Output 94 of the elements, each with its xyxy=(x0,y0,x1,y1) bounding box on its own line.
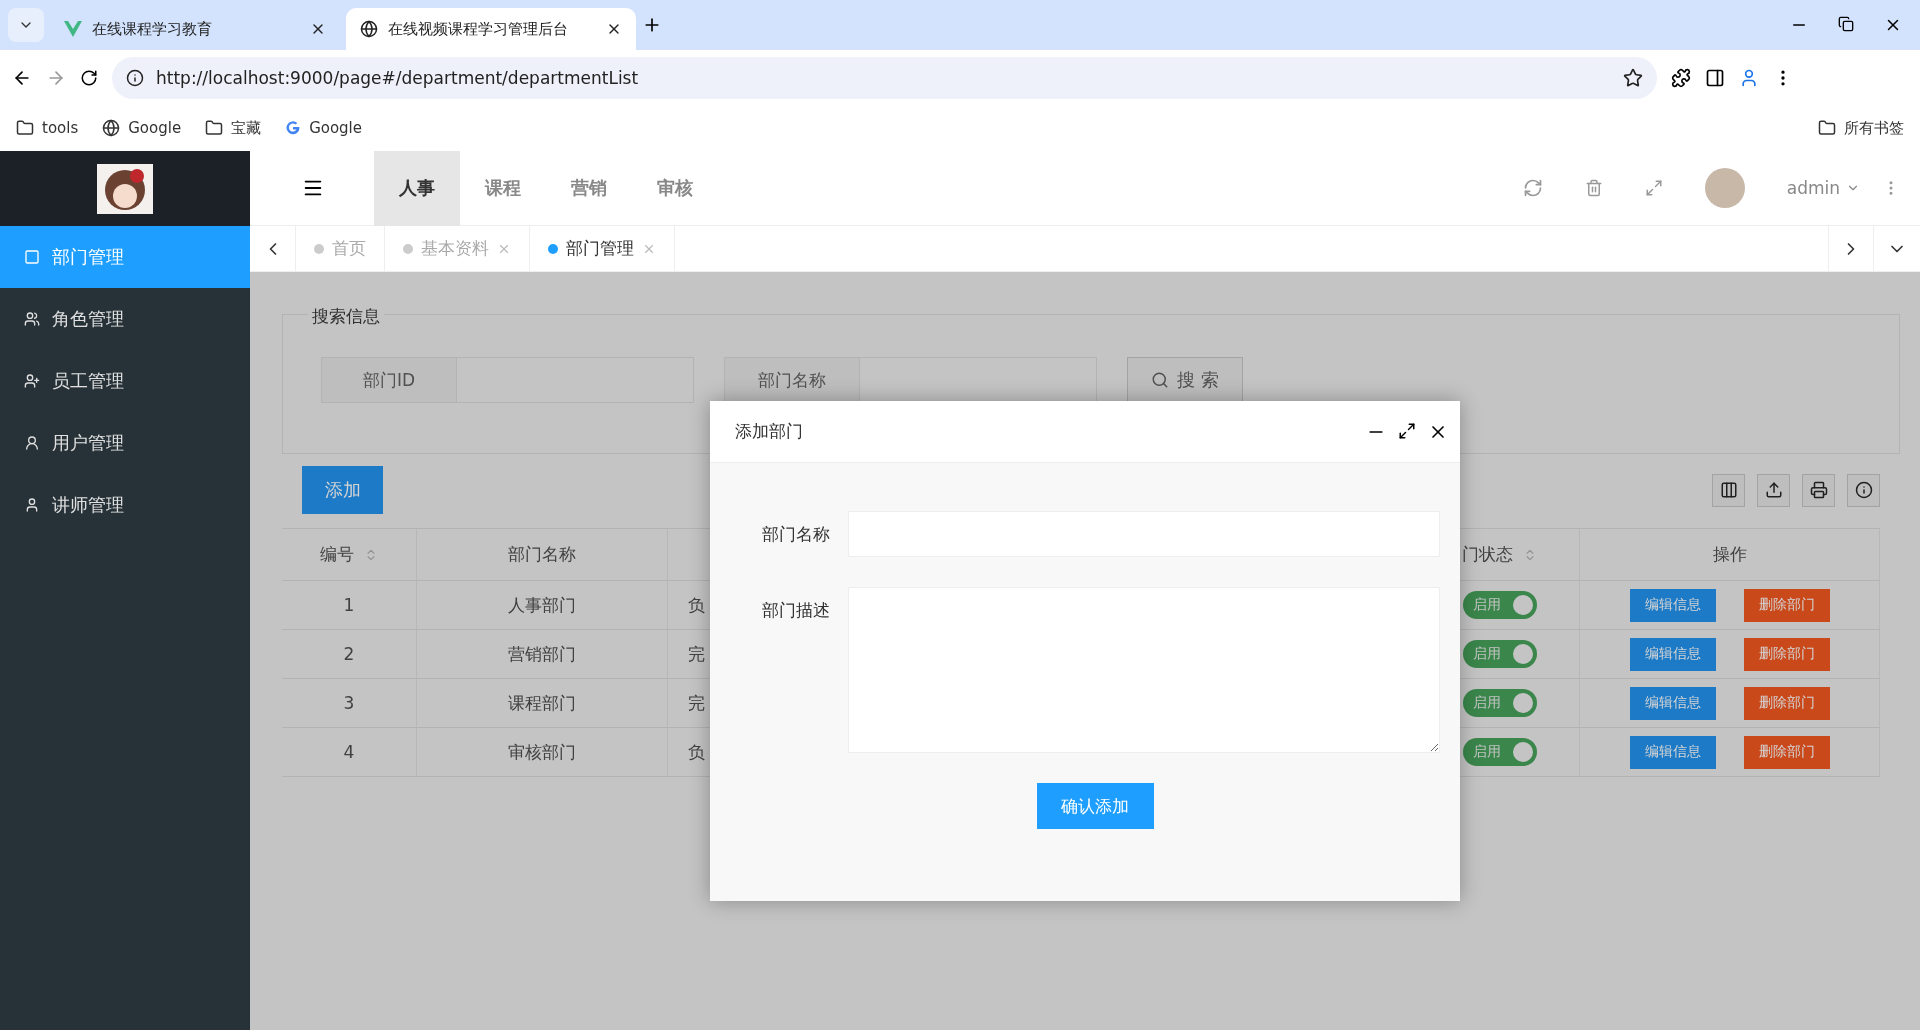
nav-tab[interactable]: 人事 xyxy=(374,150,460,226)
search-field[interactable]: 部门名称 xyxy=(724,357,1097,403)
status-switch[interactable]: 启用 xyxy=(1462,738,1537,766)
bookmark[interactable]: tools xyxy=(16,119,79,137)
delete-button[interactable]: 删除部门 xyxy=(1743,686,1830,720)
column-header: 操作 xyxy=(1712,543,1747,566)
info-icon xyxy=(1854,481,1873,499)
sidebar-item[interactable]: 角色管理 xyxy=(0,288,250,350)
search-icon xyxy=(1151,371,1170,389)
info-button[interactable] xyxy=(1847,473,1880,507)
browser-tab[interactable]: 在线课程学习教育 xyxy=(50,8,340,50)
edit-button[interactable]: 编辑信息 xyxy=(1629,637,1716,671)
table-cell: 2 xyxy=(282,630,417,679)
columns-icon xyxy=(1719,481,1738,499)
printer-icon xyxy=(1809,481,1828,499)
edit-button[interactable]: 编辑信息 xyxy=(1629,686,1716,720)
description-field[interactable] xyxy=(848,587,1440,753)
search-button[interactable]: 搜 索 xyxy=(1127,357,1243,403)
bookmark[interactable]: Google xyxy=(285,119,363,137)
table-cell: 营销部门 xyxy=(417,630,668,679)
square-icon xyxy=(24,249,40,265)
bookmark[interactable]: Google xyxy=(102,119,182,137)
maximize-icon[interactable] xyxy=(1398,421,1416,440)
confirm-button[interactable]: 确认添加 xyxy=(1036,783,1154,829)
columns-button[interactable] xyxy=(1712,473,1745,507)
table-cell: 审核部门 xyxy=(417,728,668,777)
browser-tab[interactable]: 在线视频课程学习管理后台 xyxy=(346,8,636,50)
field-label: 部门描述 xyxy=(761,599,831,622)
page-tab[interactable]: 基本资料 xyxy=(385,226,530,271)
nav-tab[interactable]: 审核 xyxy=(632,150,718,226)
nav-tab[interactable]: 营销 xyxy=(546,150,632,226)
globe-icon xyxy=(102,119,121,137)
table-cell: 3 xyxy=(282,679,417,728)
sidebar-item[interactable]: 用户管理 xyxy=(0,412,250,474)
url-text: http://localhost:9000/page#/department/departmentList xyxy=(156,67,639,88)
edit-button[interactable]: 编辑信息 xyxy=(1629,588,1716,622)
user-menu[interactable]: admin xyxy=(1786,178,1860,198)
star-icon[interactable] xyxy=(1623,67,1643,88)
delete-button[interactable]: 删除部门 xyxy=(1743,588,1830,622)
sidebar-item[interactable]: 员工管理 xyxy=(0,350,250,412)
trash-icon[interactable] xyxy=(1584,179,1603,197)
refresh-icon[interactable] xyxy=(1522,178,1543,198)
extensions-icon[interactable] xyxy=(1671,67,1691,88)
reload-icon[interactable] xyxy=(80,68,98,87)
status-dot xyxy=(403,243,413,254)
profile-icon[interactable] xyxy=(1739,67,1759,88)
sidebar-item[interactable]: 部门管理 xyxy=(0,226,250,288)
panel-title: 搜索信息 xyxy=(308,305,384,328)
page-tab[interactable]: 部门管理 xyxy=(530,226,675,271)
fullscreen-icon[interactable] xyxy=(1644,179,1663,197)
folder-icon xyxy=(205,119,224,137)
dialog-title: 添加部门 xyxy=(735,420,803,443)
sidebar-item[interactable]: 讲师管理 xyxy=(0,474,250,536)
print-button[interactable] xyxy=(1802,473,1835,507)
table-cell: 人事部门 xyxy=(417,581,668,630)
side-panel-icon[interactable] xyxy=(1705,67,1725,88)
bookmark[interactable]: 宝藏 xyxy=(205,118,262,138)
status-dot xyxy=(314,243,324,254)
address-bar[interactable]: http://localhost:9000/page#/department/departmentList xyxy=(112,56,1657,99)
status-switch[interactable]: 启用 xyxy=(1462,640,1537,668)
upload-icon xyxy=(1764,481,1783,499)
tab-title: 在线课程学习教育 xyxy=(92,19,213,39)
table-cell: 1 xyxy=(282,581,417,630)
globe-icon xyxy=(360,20,378,38)
user-icon xyxy=(24,497,40,513)
delete-button[interactable]: 删除部门 xyxy=(1743,637,1830,671)
info-icon xyxy=(126,68,144,87)
tab-title: 在线视频课程学习管理后台 xyxy=(388,19,569,39)
folder-icon xyxy=(16,119,34,137)
export-button[interactable] xyxy=(1757,473,1790,507)
g-logo-icon xyxy=(285,120,302,136)
nav-tab[interactable]: 课程 xyxy=(460,150,546,226)
add-button[interactable]: 添加 xyxy=(302,466,383,514)
all-bookmarks[interactable]: 所有书签 xyxy=(1818,118,1904,138)
delete-button[interactable]: 删除部门 xyxy=(1743,735,1830,769)
restore-icon[interactable] xyxy=(1838,16,1854,32)
page-tab[interactable]: 首页 xyxy=(296,226,385,271)
status-dot xyxy=(548,243,558,254)
v-logo-icon xyxy=(64,21,82,37)
field-label: 部门名称 xyxy=(761,523,831,546)
folder-icon xyxy=(1818,119,1836,137)
avatar-logo xyxy=(97,163,153,214)
column-header: 门状态 xyxy=(1462,543,1513,566)
users-icon xyxy=(24,311,40,327)
search-field[interactable]: 部门ID xyxy=(321,357,694,403)
status-switch[interactable]: 启用 xyxy=(1462,591,1537,619)
user-icon xyxy=(24,435,40,451)
table-cell: 4 xyxy=(282,728,417,777)
column-header: 部门名称 xyxy=(508,543,576,566)
column-header: 编号 xyxy=(320,543,354,566)
table-cell: 课程部门 xyxy=(417,679,668,728)
edit-button[interactable]: 编辑信息 xyxy=(1629,735,1716,769)
status-switch[interactable]: 启用 xyxy=(1462,689,1537,717)
add-user-icon xyxy=(24,373,40,389)
